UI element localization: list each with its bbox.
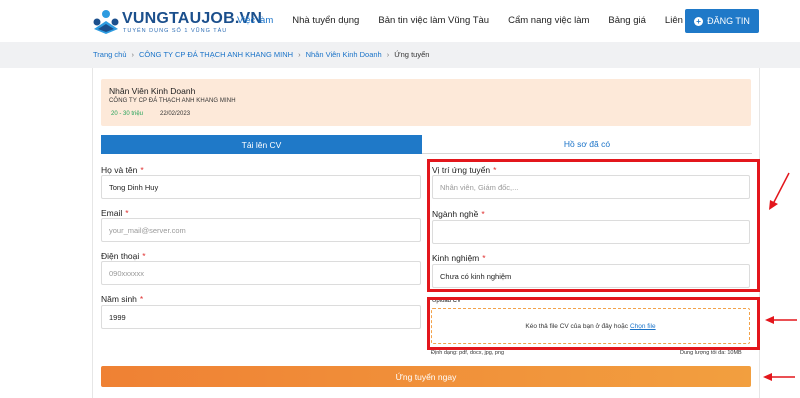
breadcrumb-home[interactable]: Trang chủ	[93, 50, 127, 59]
max-file-size: Dung lượng tối đa: 10MB	[680, 350, 742, 356]
tab-upload-cv[interactable]: Tải lên CV	[101, 135, 422, 154]
name-label: Họ và tên *	[101, 165, 144, 175]
phone-label: Điện thoại *	[101, 251, 146, 261]
apply-now-button[interactable]: Ứng tuyển ngay	[101, 366, 751, 387]
annotation-arrow-icon	[769, 172, 790, 210]
phone-label-text: Điện thoại	[101, 251, 140, 261]
highlight-box-upload	[427, 297, 760, 350]
annotation-arrow-icon	[765, 316, 797, 324]
nav-item-ban-tin[interactable]: Bản tin việc làm Vũng Tàu	[378, 15, 489, 26]
job-date: 22/02/2023	[160, 111, 191, 117]
required-mark: *	[142, 251, 146, 261]
breadcrumb-company[interactable]: CÔNG TY CP ĐÁ THẠCH ANH KHANG MINH	[139, 50, 293, 59]
email-label-text: Email	[101, 208, 123, 218]
nav-item-nha-tuyen-dung[interactable]: Nhà tuyển dụng	[292, 15, 359, 26]
job-title: Nhân Viên Kinh Doanh	[109, 86, 196, 96]
tab-existing-profile[interactable]: Hồ sơ đã có	[422, 135, 752, 154]
nav-item-viec-lam[interactable]: Việc làm	[237, 15, 273, 26]
email-input[interactable]: your_mail@server.com	[101, 218, 421, 242]
plus-icon: +	[694, 16, 704, 26]
highlight-box-fields	[427, 159, 760, 292]
nav-item-bang-gia[interactable]: Bảng giá	[608, 15, 646, 26]
breadcrumb-separator: ›	[131, 50, 135, 59]
name-input[interactable]: Tong Dinh Huy	[101, 175, 421, 199]
birth-year-input[interactable]: 1999	[101, 305, 421, 329]
nav-item-cam-nang[interactable]: Cẩm nang việc làm	[508, 15, 589, 26]
post-job-label: ĐĂNG TIN	[707, 16, 750, 26]
breadcrumb: Trang chủ › CÔNG TY CP ĐÁ THẠCH ANH KHANG …	[93, 50, 429, 59]
site-logo[interactable]: VUNGTAUJOB.VN TUYỂN DỤNG SỐ 1 VŨNG TÀU	[92, 9, 262, 37]
required-mark: *	[139, 294, 144, 304]
logo-tagline: TUYỂN DỤNG SỐ 1 VŨNG TÀU	[123, 28, 228, 34]
main-nav: Việc làm Nhà tuyển dụng Bản tin việc làm…	[237, 15, 715, 26]
job-salary: 20 - 30 triệu	[111, 111, 144, 117]
job-company: CÔNG TY CP ĐÁ THẠCH ANH KHANG MINH	[109, 98, 236, 104]
hands-network-logo-icon	[93, 10, 119, 34]
file-formats: Định dạng: pdf, docx, jpg, png	[431, 350, 505, 356]
post-job-button[interactable]: + ĐĂNG TIN	[685, 9, 759, 33]
breadcrumb-job[interactable]: Nhân Viên Kinh Doanh	[306, 50, 382, 59]
phone-input[interactable]: 090xxxxxx	[101, 261, 421, 285]
email-label: Email *	[101, 208, 129, 218]
required-mark: *	[125, 208, 129, 218]
required-mark: *	[140, 165, 144, 175]
breadcrumb-separator: ›	[298, 50, 301, 59]
birth-year-label-text: Năm sinh	[101, 294, 137, 304]
annotation-arrow-icon	[763, 373, 795, 381]
name-label-text: Họ và tên	[101, 165, 138, 175]
breadcrumb-current: Ứng tuyển	[394, 50, 430, 59]
breadcrumb-separator: ›	[386, 50, 390, 59]
birth-year-label: Năm sinh *	[101, 294, 143, 304]
site-header: VUNGTAUJOB.VN TUYỂN DỤNG SỐ 1 VŨNG TÀU V…	[0, 0, 800, 42]
